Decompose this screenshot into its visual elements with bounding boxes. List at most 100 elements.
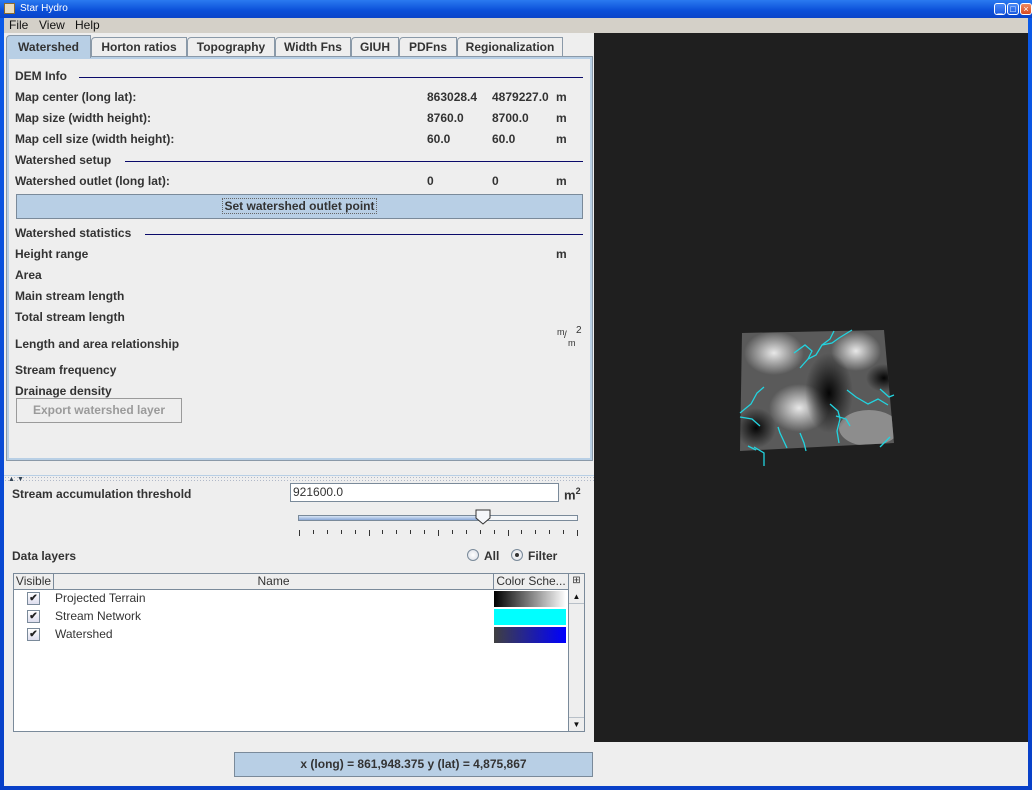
threshold-label: Stream accumulation threshold <box>12 487 192 501</box>
radio-filter-label: Filter <box>528 549 558 563</box>
cell-size-height: 60.0 <box>492 132 516 146</box>
map-size-label: Map size (width height): <box>15 111 151 125</box>
tab-width-fns[interactable]: Width Fns <box>275 37 351 57</box>
table-scrollbar[interactable]: ▲ ▼ <box>568 590 584 731</box>
slider-tick <box>479 530 481 534</box>
map-size-height: 8700.0 <box>492 111 529 125</box>
section-separator <box>145 234 583 235</box>
height-range-unit: m <box>556 247 567 261</box>
radio-all[interactable] <box>467 549 479 561</box>
slider-tick <box>312 530 314 534</box>
set-outlet-point-button[interactable]: Set watershed outlet point <box>16 194 583 219</box>
map-center-unit: m <box>556 90 567 104</box>
tab-regionalization[interactable]: Regionalization <box>457 37 563 57</box>
menu-help[interactable]: Help <box>75 18 100 32</box>
menu-view[interactable]: View <box>39 18 65 32</box>
slider-tick <box>493 530 495 534</box>
threshold-unit-exp: 2 <box>575 486 581 496</box>
slider-tick <box>326 530 328 534</box>
section-separator <box>79 77 583 78</box>
export-watershed-layer-button[interactable]: Export watershed layer <box>16 398 182 423</box>
table-row[interactable]: ✔ Stream Network <box>14 608 569 626</box>
slider-tick <box>549 530 551 534</box>
area-label: Area <box>15 268 42 282</box>
column-visible[interactable]: Visible <box>14 574 54 589</box>
map-center-lat: 4879227.0 <box>492 90 549 104</box>
menu-file[interactable]: File <box>9 18 28 32</box>
height-range-label: Height range <box>15 247 89 261</box>
threshold-slider[interactable] <box>298 515 578 521</box>
unit-denominator: m <box>568 338 576 348</box>
stream-frequency-label: Stream frequency <box>15 363 117 377</box>
slider-fill <box>299 516 484 520</box>
visible-checkbox[interactable]: ✔ <box>27 610 40 623</box>
unit-slash: / <box>564 330 567 341</box>
color-scheme-swatch[interactable] <box>494 609 566 625</box>
visible-checkbox[interactable]: ✔ <box>27 628 40 641</box>
column-name[interactable]: Name <box>54 574 494 589</box>
maximize-button[interactable]: □ <box>1007 3 1019 15</box>
expand-down-icon[interactable]: ▼ <box>17 476 24 483</box>
tab-giuh[interactable]: GIUH <box>351 37 399 57</box>
visible-checkbox[interactable]: ✔ <box>27 592 40 605</box>
map-center-long: 863028.4 <box>427 90 478 104</box>
table-row[interactable]: ✔ Projected Terrain <box>14 590 569 608</box>
radio-all-label: All <box>484 549 500 563</box>
map-center-label: Map center (long lat): <box>15 90 137 104</box>
tab-pdfns[interactable]: PDFns <box>399 37 457 57</box>
status-bar: x (long) = 861,948.375 y (lat) = 4,875,8… <box>4 742 1028 786</box>
slider-tick <box>354 530 356 534</box>
radio-filter[interactable] <box>511 549 523 561</box>
expand-up-icon[interactable]: ▲ <box>8 476 15 483</box>
layer-name: Stream Network <box>55 609 142 623</box>
length-area-unit: m / m 2 <box>554 324 584 352</box>
minimize-button[interactable]: _ <box>994 3 1006 15</box>
section-separator <box>125 161 583 162</box>
slider-thumb[interactable] <box>475 509 491 525</box>
close-button[interactable]: × <box>1020 3 1032 15</box>
slider-tick <box>396 530 398 534</box>
set-outlet-point-label: Set watershed outlet point <box>222 198 377 214</box>
unit-exponent: 2 <box>576 325 582 336</box>
table-row[interactable]: ✔ Watershed <box>14 626 569 644</box>
watershed-statistics-header: Watershed statistics <box>15 226 132 240</box>
drainage-density-label: Drainage density <box>15 384 112 398</box>
tab-watershed[interactable]: Watershed <box>6 35 91 58</box>
threshold-unit: m2 <box>564 486 581 502</box>
app-window: Star Hydro _ □ × File View Help Watershe… <box>0 0 1032 790</box>
terrain-3d-viewport[interactable] <box>594 33 1028 742</box>
slider-tick <box>368 530 370 536</box>
terrain-render <box>739 329 895 466</box>
tab-topography[interactable]: Topography <box>187 37 275 57</box>
split-pane-divider[interactable]: ▲ ▼ <box>4 475 594 483</box>
cell-size-label: Map cell size (width height): <box>15 132 175 146</box>
threshold-unit-base: m <box>564 487 576 503</box>
column-color-scheme[interactable]: Color Sche... <box>494 574 569 589</box>
app-icon <box>4 3 15 14</box>
slider-tick <box>577 530 578 536</box>
title-bar[interactable]: Star Hydro _ □ × <box>0 0 1032 18</box>
window-title: Star Hydro <box>20 3 68 14</box>
slider-tick <box>299 530 300 536</box>
layer-name: Watershed <box>55 627 113 641</box>
slider-tick <box>382 530 384 534</box>
table-header: Visible Name Color Sche... <box>14 574 569 590</box>
data-layers-label: Data layers <box>12 549 77 563</box>
outlet-long: 0 <box>427 174 434 188</box>
cell-size-width: 60.0 <box>427 132 451 146</box>
main-stream-length-label: Main stream length <box>15 289 125 303</box>
slider-tick <box>563 530 565 534</box>
slider-tick <box>535 530 537 534</box>
tab-horton-ratios[interactable]: Horton ratios <box>91 37 187 57</box>
slider-tick <box>438 530 439 536</box>
color-scheme-swatch[interactable] <box>494 591 566 607</box>
scroll-up-icon[interactable]: ▲ <box>569 590 584 604</box>
slider-tick <box>521 530 523 534</box>
slider-tick <box>424 530 426 534</box>
scroll-down-icon[interactable]: ▼ <box>569 717 584 731</box>
column-chooser-icon[interactable]: ⊞ <box>568 574 584 590</box>
color-scheme-swatch[interactable] <box>494 627 566 643</box>
client-area: File View Help Watershed Horton ratios T… <box>4 18 1028 786</box>
threshold-input[interactable]: 921600.0 <box>290 483 559 502</box>
outlet-lat: 0 <box>492 174 499 188</box>
